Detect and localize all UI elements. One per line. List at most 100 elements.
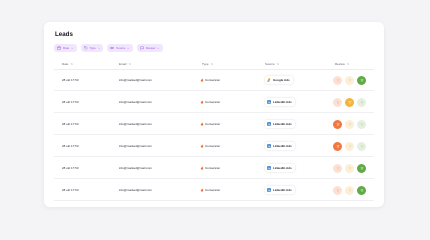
linkedin-icon: [267, 100, 271, 104]
filter-date-label: Date: [63, 46, 70, 50]
review-neutral-face-icon[interactable]: [345, 163, 354, 173]
row-date: 28 okt 17:53: [62, 99, 79, 104]
source-label: LinkedIn Ads: [273, 122, 292, 126]
source-label: LinkedIn Ads: [273, 100, 292, 104]
filter-bar: Date Type Source Review: [54, 44, 163, 52]
row-type-label: Conversion: [205, 77, 221, 82]
linkedin-icon: [267, 188, 271, 192]
chevron-down-icon: [98, 47, 100, 49]
review-sad-face-icon[interactable]: [333, 163, 342, 173]
table-header: Date ⇅ Email ⇅ Type ⇅ Source ⇅ Review ⇅: [54, 60, 374, 70]
filter-source-label: Source: [116, 46, 126, 50]
column-email-label: Email: [119, 62, 127, 66]
review-faces: [333, 97, 366, 107]
linkedin-icon: [267, 122, 271, 126]
source-label: LinkedIn Ads: [273, 166, 292, 170]
sort-icon: ⇅: [276, 61, 279, 66]
review-happy-face-icon[interactable]: [357, 141, 366, 151]
linkedin-icon: [267, 144, 271, 148]
source-badge: Google Ads: [265, 76, 293, 84]
table-row[interactable]: 28 okt 17:53 info@marked@mail.com Conversi…: [54, 136, 374, 157]
row-date: 28 okt 17:53: [62, 143, 79, 148]
row-type: Conversion: [200, 78, 220, 82]
conversion-icon: [200, 99, 204, 104]
row-type-label: Conversion: [205, 165, 221, 170]
review-happy-face-icon[interactable]: [357, 185, 366, 195]
review-happy-face-icon[interactable]: [357, 119, 366, 129]
table-row[interactable]: 28 okt 17:53 info@marked@mail.com Conversi…: [54, 70, 374, 91]
source-badge: LinkedIn Ads: [265, 120, 295, 128]
source-badge: LinkedIn Ads: [265, 164, 295, 172]
review-faces: [333, 75, 366, 85]
google-ads-icon: [267, 78, 271, 82]
column-type-label: Type: [202, 62, 209, 66]
table-row[interactable]: 28 okt 17:53 info@marked@mail.com Conversi…: [54, 180, 374, 201]
conversion-icon: [200, 77, 204, 82]
page-title: Leads: [55, 31, 73, 38]
sort-icon: ⇅: [70, 61, 73, 66]
column-date-header[interactable]: Date ⇅: [62, 62, 73, 66]
table-row[interactable]: 28 okt 17:53 info@marked@mail.com Conversi…: [54, 92, 374, 113]
row-date: 28 okt 17:53: [62, 165, 79, 170]
chevron-down-icon: [157, 47, 160, 49]
review-sad-face-icon[interactable]: [333, 141, 342, 151]
filter-review-button[interactable]: Review: [136, 44, 163, 52]
review-sad-face-icon[interactable]: [333, 185, 342, 195]
conversion-icon: [200, 121, 204, 126]
conversion-icon: [200, 187, 204, 192]
source-badge: LinkedIn Ads: [265, 98, 295, 106]
row-date: 28 okt 17:53: [62, 187, 79, 192]
chevron-down-icon: [127, 47, 130, 49]
row-email: info@marked@mail.com: [119, 143, 152, 148]
row-type: Conversion: [200, 100, 220, 104]
review-sad-face-icon[interactable]: [333, 75, 342, 85]
chevron-down-icon: [71, 47, 74, 49]
source-label: LinkedIn Ads: [273, 144, 292, 148]
review-sad-face-icon[interactable]: [333, 97, 342, 107]
row-email: info@marked@mail.com: [119, 99, 152, 104]
review-neutral-face-icon[interactable]: [345, 141, 354, 151]
row-type-label: Conversion: [205, 143, 221, 148]
column-source-label: Source: [265, 62, 275, 66]
row-type-label: Conversion: [205, 121, 221, 126]
row-type: Conversion: [200, 122, 220, 126]
source-badge: LinkedIn Ads: [265, 186, 295, 194]
review-faces: [333, 141, 366, 151]
filter-type-button[interactable]: Type: [80, 44, 104, 52]
review-neutral-face-icon[interactable]: [345, 75, 354, 85]
review-happy-face-icon[interactable]: [357, 97, 366, 107]
review-faces: [333, 185, 366, 195]
row-email: info@marked@mail.com: [119, 77, 152, 82]
filter-date-button[interactable]: Date: [54, 44, 77, 52]
row-date: 28 okt 17:53: [62, 77, 79, 82]
row-type: Conversion: [200, 144, 220, 148]
column-review-label: Review: [335, 62, 345, 66]
filter-source-button[interactable]: Source: [107, 44, 133, 52]
review-neutral-face-icon[interactable]: [345, 185, 354, 195]
row-email: info@marked@mail.com: [119, 187, 152, 192]
review-happy-face-icon[interactable]: [357, 163, 366, 173]
column-review-header[interactable]: Review ⇅: [335, 62, 349, 66]
row-email: info@marked@mail.com: [119, 121, 152, 126]
link-icon: [110, 47, 115, 49]
row-date: 28 okt 17:53: [62, 121, 79, 126]
filter-review-label: Review: [145, 46, 156, 50]
column-type-header[interactable]: Type ⇅: [202, 62, 213, 66]
tag-icon: [83, 46, 88, 50]
review-sad-face-icon[interactable]: [333, 119, 342, 129]
source-label: Google Ads: [273, 78, 290, 82]
row-type: Conversion: [200, 166, 220, 170]
column-date-label: Date: [62, 62, 69, 66]
filter-type-label: Type: [89, 46, 96, 50]
column-email-header[interactable]: Email ⇅: [119, 62, 131, 66]
review-neutral-face-icon[interactable]: [345, 97, 354, 107]
table-row[interactable]: 28 okt 17:53 info@marked@mail.com Conversi…: [54, 114, 374, 135]
review-happy-face-icon[interactable]: [357, 75, 366, 85]
leads-card: Leads Date Type Source Review Date ⇅ Emai…: [44, 22, 384, 207]
review-neutral-face-icon[interactable]: [345, 119, 354, 129]
column-source-header[interactable]: Source ⇅: [265, 62, 279, 66]
table-row[interactable]: 28 okt 17:53 info@marked@mail.com Conversi…: [54, 158, 374, 179]
conversion-icon: [200, 165, 204, 170]
chat-icon: [139, 46, 144, 50]
row-type-label: Conversion: [205, 99, 221, 104]
